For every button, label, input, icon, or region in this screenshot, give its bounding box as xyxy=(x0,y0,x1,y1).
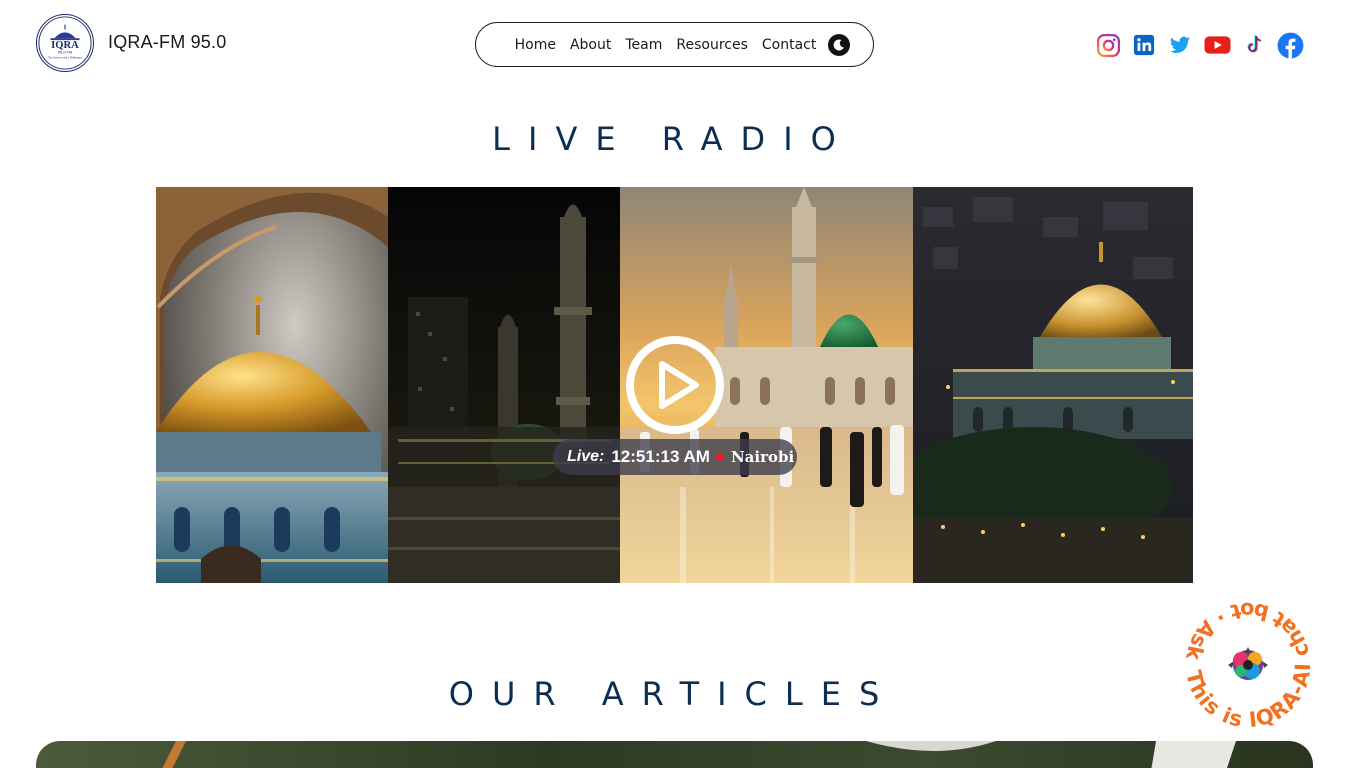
instagram-icon xyxy=(1096,33,1121,57)
logo-freq: 95.0 FM xyxy=(58,51,72,55)
facebook-link[interactable] xyxy=(1277,31,1304,59)
twitter-link[interactable] xyxy=(1168,31,1192,59)
facebook-icon xyxy=(1277,32,1304,58)
twitter-icon xyxy=(1169,36,1191,53)
ai-brain-icon xyxy=(1228,647,1268,680)
logo-text: IQRA xyxy=(51,40,79,51)
live-status: Live: 12:51:13 AM Nairobi xyxy=(553,439,797,475)
main-nav: Home About Team Resources Contact xyxy=(475,22,874,67)
logo-tagline: The Station with a Difference xyxy=(48,55,83,59)
tiktok-icon xyxy=(1247,35,1262,53)
play-button[interactable] xyxy=(624,334,726,436)
brand-name[interactable]: IQRA-FM 95.0 xyxy=(108,32,226,53)
banner-image-dome-arch xyxy=(156,187,388,583)
article-card-preview[interactable] xyxy=(36,741,1313,768)
moon-icon xyxy=(833,38,845,50)
linkedin-link[interactable] xyxy=(1133,31,1155,59)
live-time: 12:51:13 AM xyxy=(611,447,710,466)
banner-image-night-minarets xyxy=(388,187,620,583)
nav-item-contact[interactable]: Contact xyxy=(762,37,816,53)
youtube-icon xyxy=(1204,36,1231,54)
nav-item-about[interactable]: About xyxy=(570,37,611,53)
ai-chatbot-badge[interactable]: This is IQRA-AI chat bot · Ask Me · xyxy=(1168,585,1328,745)
nav-item-resources[interactable]: Resources xyxy=(676,37,748,53)
tiktok-link[interactable] xyxy=(1242,31,1266,59)
live-label: Live: xyxy=(567,448,605,465)
logo[interactable]: IQRA 95.0 FM The Station with a Differen… xyxy=(36,14,94,72)
linkedin-icon xyxy=(1133,34,1155,56)
instagram-link[interactable] xyxy=(1096,31,1121,59)
dark-mode-toggle[interactable] xyxy=(828,33,851,56)
live-indicator-dot xyxy=(715,453,724,461)
nav-item-home[interactable]: Home xyxy=(515,37,556,53)
articles-title: OUR ARTICLES xyxy=(448,675,898,713)
site-header: IQRA 95.0 FM The Station with a Differen… xyxy=(0,0,1346,90)
banner-image-night-dome xyxy=(913,187,1193,583)
live-city: Nairobi xyxy=(730,448,795,466)
live-radio-title: LIVE RADIO xyxy=(492,120,854,158)
youtube-link[interactable] xyxy=(1204,31,1231,59)
play-icon xyxy=(626,336,724,434)
nav-item-team[interactable]: Team xyxy=(625,37,662,53)
